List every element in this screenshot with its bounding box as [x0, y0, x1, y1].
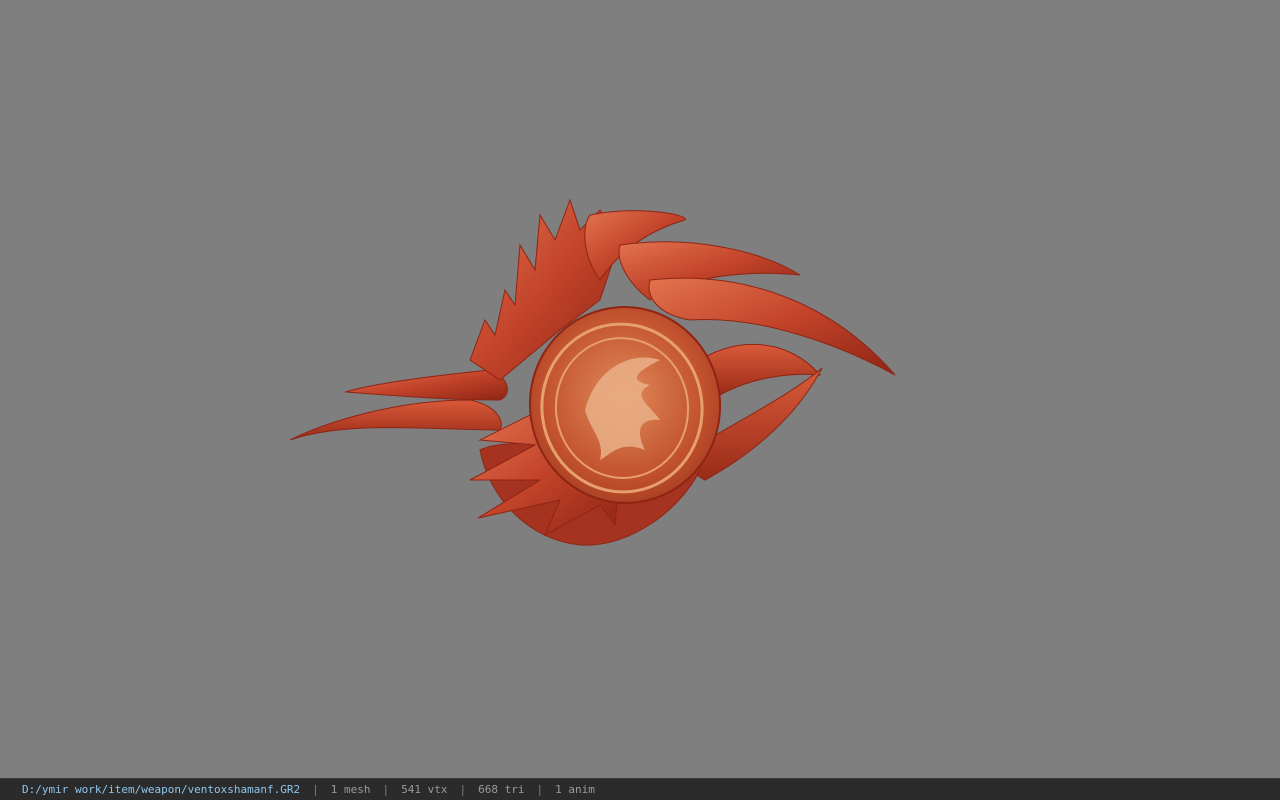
file-path: D:/ymir work/item/weapon/ventoxshamanf.G… — [22, 783, 301, 796]
separator: | — [459, 783, 467, 796]
separator: | — [382, 783, 390, 796]
status-bar: D:/ymir work/item/weapon/ventoxshamanf.G… — [0, 778, 1280, 800]
separator: | — [312, 783, 319, 796]
vertex-count: 541 vtx — [401, 783, 448, 796]
feather-left-lower — [289, 399, 502, 441]
animation-count: 1 anim — [555, 783, 595, 796]
3d-viewport[interactable] — [0, 0, 1280, 778]
separator: | — [536, 783, 544, 796]
mesh-count: 1 mesh — [330, 783, 371, 796]
feather-left-upper — [344, 369, 508, 401]
triangle-count: 668 tri — [478, 783, 525, 796]
model-render — [289, 198, 896, 546]
